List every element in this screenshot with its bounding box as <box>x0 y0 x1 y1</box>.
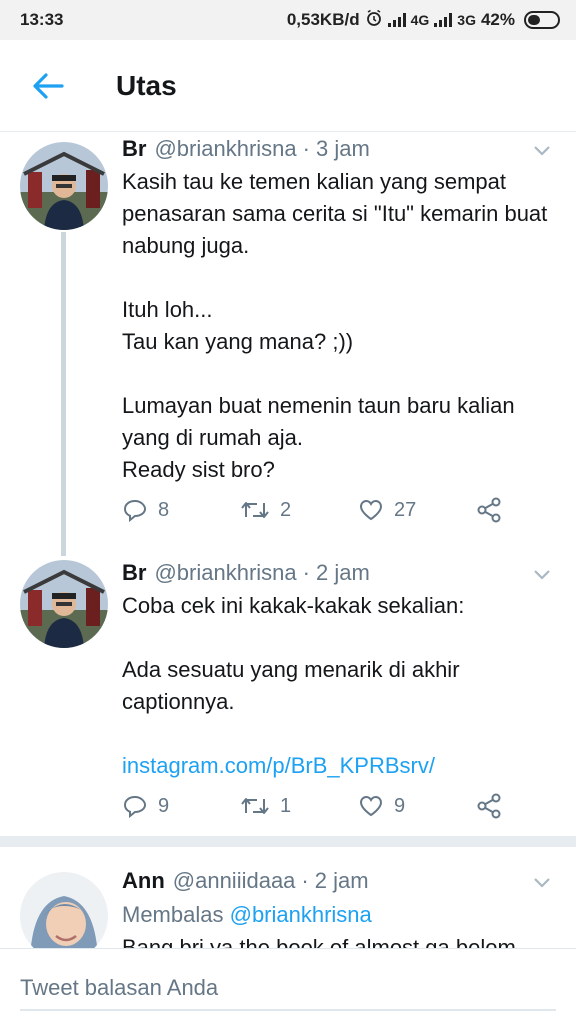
reply-count: 9 <box>158 794 170 817</box>
like-count: 27 <box>394 498 417 521</box>
app-bar: Utas <box>0 40 576 132</box>
reply-count: 8 <box>158 498 170 521</box>
avatar[interactable] <box>20 872 108 948</box>
replying-to-mention[interactable]: @briankhrisna <box>230 902 372 927</box>
like-button[interactable]: 9 <box>358 794 405 818</box>
replying-to-label: Membalas <box>122 902 224 927</box>
tweet[interactable]: Br @briankhrisna · 2 jam Coba cek ini ka… <box>0 556 576 836</box>
tweet[interactable]: Br @briankhrisna · 3 jam Kasih tau ke te… <box>0 132 576 542</box>
arrow-left-icon <box>33 72 64 99</box>
reply-icon <box>123 499 147 522</box>
network-type-1: 4G <box>410 12 430 28</box>
status-time: 13:33 <box>20 10 64 29</box>
tweet-time: 2 jam <box>315 560 370 585</box>
tweet-text: Kasih tau ke temen kalian yang sempat pe… <box>122 169 548 482</box>
tweet-text: Bang bri ya the book of almost ga belom <box>122 935 516 948</box>
reply-icon <box>123 795 147 818</box>
share-button[interactable] <box>476 793 502 819</box>
retweet-button[interactable]: 2 <box>240 499 291 522</box>
share-icon <box>477 793 501 819</box>
page-title: Utas <box>116 69 177 101</box>
tweet-time: 2 jam <box>314 868 369 893</box>
author-name[interactable]: Ann <box>122 868 165 894</box>
retweet-count: 2 <box>280 498 292 521</box>
retweet-count: 1 <box>280 794 292 817</box>
section-separator <box>0 836 576 846</box>
dot-separator: · <box>302 136 310 161</box>
avatar[interactable] <box>20 142 108 230</box>
tweet-header: Br @briankhrisna · 3 jam <box>122 132 556 166</box>
heart-icon <box>359 795 383 817</box>
avatar[interactable] <box>20 560 108 648</box>
author-handle[interactable]: @briankhrisna <box>154 560 296 586</box>
tweet-actions: 9 1 9 <box>122 786 522 826</box>
like-count: 9 <box>394 794 406 817</box>
tweet[interactable]: Ann @anniiidaaa · 2 jam Membalas @briank… <box>0 864 576 948</box>
battery-icon <box>524 11 560 29</box>
battery-percent: 42% <box>480 10 515 29</box>
author-name[interactable]: Br <box>122 560 146 586</box>
alarm-icon <box>365 9 383 32</box>
back-button[interactable] <box>0 40 96 132</box>
reply-button[interactable]: 9 <box>122 794 169 818</box>
status-indicators: 0,53KB/d 4G 3G 42% <box>287 9 560 32</box>
heart-icon <box>359 499 383 521</box>
retweet-icon <box>241 798 269 814</box>
dot-separator: · <box>302 560 310 585</box>
replying-to: Membalas @briankhrisna <box>122 898 556 932</box>
like-button[interactable]: 27 <box>358 498 416 522</box>
reply-button[interactable]: 8 <box>122 498 169 522</box>
reply-composer: Tweet balasan Anda <box>0 948 576 1024</box>
share-button[interactable] <box>476 497 502 523</box>
dot-separator: · <box>301 868 309 893</box>
signal-icon <box>387 13 406 27</box>
reply-input[interactable]: Tweet balasan Anda <box>20 967 556 1011</box>
tweet-header: Ann @anniiidaaa · 2 jam <box>122 864 556 898</box>
retweet-icon <box>241 502 269 518</box>
divider <box>0 846 576 847</box>
author-handle[interactable]: @anniiidaaa <box>173 868 296 894</box>
tweet-link[interactable]: instagram.com/p/BrB_KPRBsrv/ <box>122 750 556 782</box>
chevron-down-icon[interactable] <box>528 560 556 588</box>
tweet-actions: 8 2 27 <box>122 490 522 530</box>
tweet-time: 3 jam <box>315 136 370 161</box>
status-bar: 13:33 0,53KB/d 4G 3G 42% <box>0 0 576 40</box>
share-icon <box>477 497 501 523</box>
network-type-2: 3G <box>457 12 476 28</box>
tweet-header: Br @briankhrisna · 2 jam <box>122 556 556 590</box>
chevron-down-icon[interactable] <box>528 868 556 896</box>
network-speed: 0,53KB/d <box>286 10 360 29</box>
retweet-button[interactable]: 1 <box>240 795 291 818</box>
author-handle[interactable]: @briankhrisna <box>154 136 296 162</box>
tweet-text: Coba cek ini kakak-kakak sekalian: Ada s… <box>122 593 465 714</box>
signal-icon-2 <box>434 13 453 27</box>
chevron-down-icon[interactable] <box>528 136 556 164</box>
author-name[interactable]: Br <box>122 136 146 162</box>
